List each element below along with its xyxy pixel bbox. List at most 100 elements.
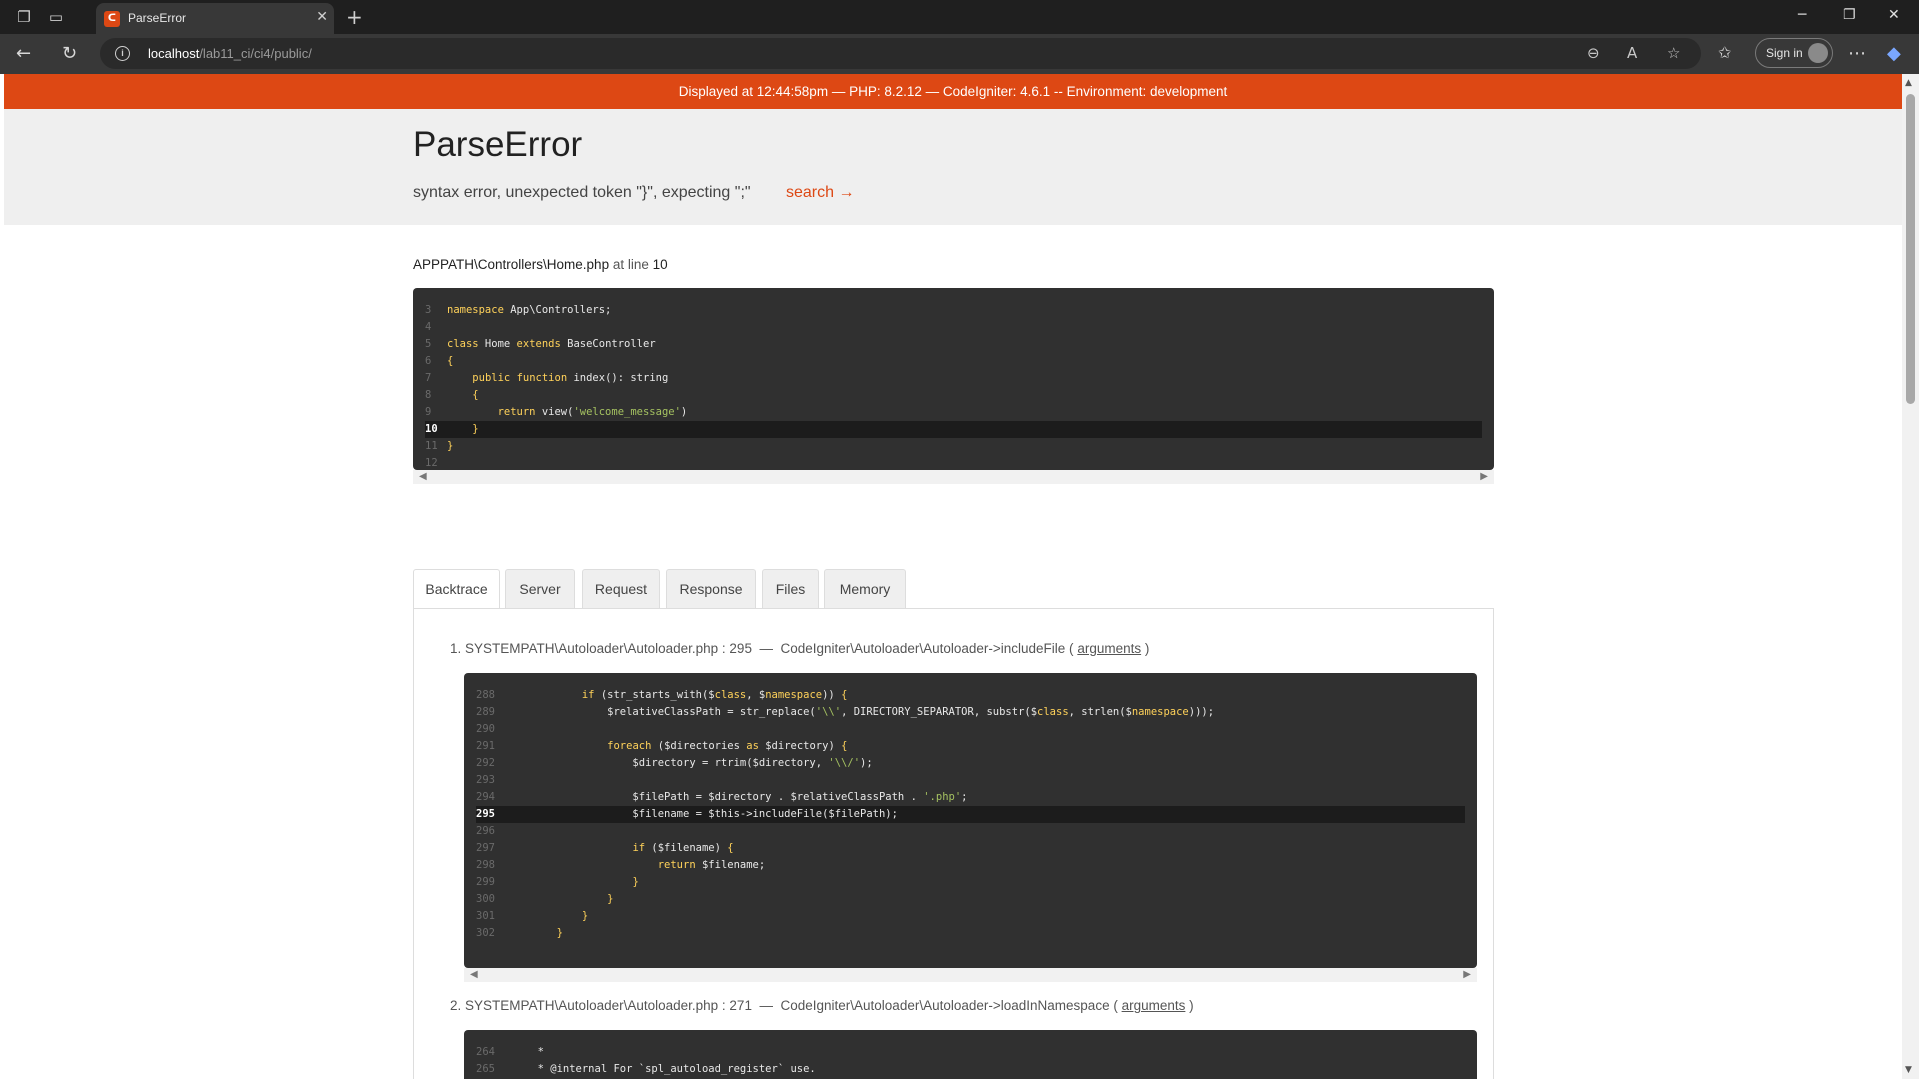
scroll-left-icon[interactable]: ◀ (419, 470, 427, 484)
line-number: 295 (476, 808, 495, 820)
code-line: 290 (476, 721, 1465, 738)
scroll-right-icon[interactable]: ▶ (1463, 968, 1471, 982)
code-line: 264 * (476, 1044, 1465, 1061)
code-line: 10 } (425, 421, 1482, 438)
code-text: } (472, 423, 479, 435)
code-text: public function index(): string (472, 372, 669, 384)
arguments-link[interactable]: arguments (1122, 998, 1186, 1013)
code-text: } (632, 876, 639, 888)
more-menu-icon[interactable]: ⋯ (1848, 43, 1866, 64)
backtrace-panel: 1. SYSTEMPATH\Autoloader\Autoloader.php … (413, 608, 1494, 1079)
code-line: 6{ (425, 353, 1482, 370)
code-line: 11} (425, 438, 1482, 455)
search-link[interactable]: search → (786, 184, 854, 202)
line-number: 294 (476, 791, 495, 803)
tab-title: ParseError (128, 11, 187, 25)
page-vertical-scrollbar[interactable]: ▲ ▼ (1902, 74, 1919, 1079)
zoom-icon[interactable]: ⊖ (1587, 44, 1600, 62)
environment-bar: Displayed at 12:44:58pm — PHP: 8.2.12 — … (4, 74, 1902, 109)
tab-request[interactable]: Request (582, 569, 660, 608)
line-number: 298 (476, 859, 495, 871)
line-number: 264 (476, 1046, 495, 1058)
code-text: * @internal For `spl_autoload_register` … (506, 1063, 816, 1075)
code-text: $directory = rtrim($directory, '\\/'); (506, 757, 873, 769)
scroll-down-icon[interactable]: ▼ (1905, 1065, 1912, 1075)
reload-icon[interactable]: ↻ (62, 43, 77, 64)
line-number: 302 (476, 927, 495, 939)
tab-files[interactable]: Files (762, 569, 819, 608)
address-bar[interactable]: i localhost/lab11_ci/ci4/public/ ⊖ A ☆ (100, 38, 1701, 69)
codeigniter-icon: ᑕ (104, 11, 120, 27)
code-line: 301 } (476, 908, 1465, 925)
line-number: 265 (476, 1063, 495, 1075)
arguments-link[interactable]: arguments (1077, 641, 1141, 656)
code-line: 289 $relativeClassPath = str_replace('\\… (476, 704, 1465, 721)
line-number: 293 (476, 774, 495, 786)
favorites-icon[interactable]: ✩ (1718, 43, 1731, 62)
minimize-icon[interactable]: ─ (1798, 7, 1806, 23)
read-aloud-icon[interactable]: A (1627, 44, 1637, 62)
code-text: } (581, 910, 589, 922)
line-number: 300 (476, 893, 495, 905)
trace-item-1-header: 1. SYSTEMPATH\Autoloader\Autoloader.php … (450, 641, 1150, 656)
close-window-icon[interactable]: ✕ (1888, 7, 1900, 23)
new-tab-icon[interactable]: + (346, 5, 363, 29)
code-line: 3 namespace App\Controllers; (425, 302, 1482, 319)
scrollbar-thumb[interactable] (1906, 94, 1915, 404)
line-number: 291 (476, 740, 495, 752)
scroll-right-icon[interactable]: ▶ (1480, 470, 1488, 484)
code-line: 295 $filename = $this->includeFile($file… (476, 806, 1465, 823)
code-text: if ($filename) { (632, 842, 734, 854)
trace-item-2-code: 264 * 265 * @internal For `spl_autoload_r… (464, 1030, 1477, 1079)
trace-item-2-header: 2. SYSTEMPATH\Autoloader\Autoloader.php … (450, 998, 1194, 1013)
code-line: 300 } (476, 891, 1465, 908)
browser-tab[interactable]: ᑕ ParseError ✕ (96, 3, 334, 34)
tab-response[interactable]: Response (666, 569, 756, 608)
code-line: 8 { (425, 387, 1482, 404)
error-title: ParseError (413, 125, 583, 164)
scroll-up-icon[interactable]: ▲ (1905, 78, 1912, 88)
code-line: 4 (425, 319, 1482, 336)
sign-in-button[interactable]: Sign in (1755, 38, 1833, 68)
line-number: 4 (425, 321, 432, 333)
code-line: 292 $directory = rtrim($directory, '\\/'… (476, 755, 1465, 772)
code-text: $filename = $this->includeFile($filePath… (506, 808, 898, 820)
restore-icon[interactable]: ❐ (1843, 7, 1856, 23)
code-text: { (447, 355, 454, 367)
vertical-tabs-icon[interactable]: ▭ (46, 7, 66, 27)
code-line: 297 if ($filename) { (476, 840, 1465, 857)
line-number: 11 (425, 440, 438, 452)
source-location: APPPATH\Controllers\Home.php at line 10 (413, 257, 668, 272)
page-viewport: Displayed at 12:44:58pm — PHP: 8.2.12 — … (4, 74, 1902, 1079)
line-number: 7 (425, 372, 432, 384)
line-number: 288 (476, 689, 495, 701)
url-text[interactable]: localhost/lab11_ci/ci4/public/ (148, 46, 312, 61)
code-text: foreach ($directories as $directory) { (607, 740, 848, 752)
code-line: 7 public function index(): string (425, 370, 1482, 387)
code-text: namespace App\Controllers; (447, 304, 612, 316)
back-icon[interactable]: ← (16, 43, 31, 64)
source-horizontal-scrollbar[interactable]: ◀ ▶ (413, 470, 1494, 484)
line-number: 292 (476, 757, 495, 769)
workspaces-icon[interactable]: ❐ (14, 7, 34, 27)
site-info-icon[interactable]: i (115, 46, 130, 61)
favorite-star-icon[interactable]: ☆ (1667, 44, 1680, 62)
code-line: 302 } (476, 925, 1465, 942)
scroll-left-icon[interactable]: ◀ (470, 968, 478, 982)
code-line: 294 $filePath = $directory . $relativeCl… (476, 789, 1465, 806)
code-line: 265 * @internal For `spl_autoload_regist… (476, 1061, 1465, 1078)
line-number: 6 (425, 355, 432, 367)
tab-memory[interactable]: Memory (824, 569, 906, 608)
trace-1-horizontal-scrollbar[interactable]: ◀ ▶ (464, 968, 1477, 982)
line-number: 301 (476, 910, 495, 922)
line-number: 5 (425, 338, 432, 350)
error-header: ParseError syntax error, unexpected toke… (4, 109, 1902, 225)
tab-backtrace[interactable]: Backtrace (413, 569, 500, 609)
line-number: 8 (425, 389, 432, 401)
code-text: class Home extends BaseController (447, 338, 656, 350)
copilot-icon[interactable]: ◆ (1887, 43, 1901, 64)
tab-server[interactable]: Server (505, 569, 575, 608)
close-tab-icon[interactable]: ✕ (316, 9, 328, 25)
code-text: $filePath = $directory . $relativeClassP… (506, 791, 968, 803)
line-number: 289 (476, 706, 495, 718)
